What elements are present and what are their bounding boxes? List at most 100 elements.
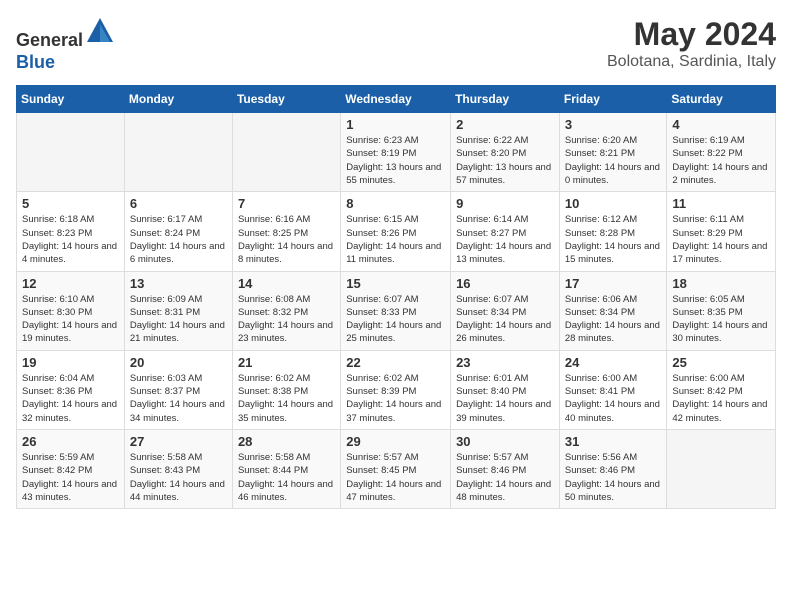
day-info: Sunrise: 6:10 AMSunset: 8:30 PMDaylight:… — [22, 293, 119, 346]
calendar-week-4: 19 Sunrise: 6:04 AMSunset: 8:36 PMDayligh… — [17, 350, 776, 429]
day-header-wednesday: Wednesday — [341, 86, 451, 113]
day-info: Sunrise: 6:11 AMSunset: 8:29 PMDaylight:… — [672, 213, 770, 266]
day-info: Sunrise: 6:06 AMSunset: 8:34 PMDaylight:… — [565, 293, 662, 346]
day-number: 5 — [22, 196, 119, 211]
calendar-cell: 18 Sunrise: 6:05 AMSunset: 8:35 PMDayligh… — [667, 271, 776, 350]
calendar-cell: 5 Sunrise: 6:18 AMSunset: 8:23 PMDaylight… — [17, 192, 125, 271]
day-number: 2 — [456, 117, 554, 132]
calendar-header-row: SundayMondayTuesdayWednesdayThursdayFrid… — [17, 86, 776, 113]
page-header: General Blue May 2024 Bolotana, Sardinia… — [16, 16, 776, 73]
month-title: May 2024 — [607, 16, 776, 53]
day-info: Sunrise: 6:02 AMSunset: 8:38 PMDaylight:… — [238, 372, 335, 425]
calendar-cell: 25Sunrise: 6:00 AMSunset: 8:42 PMDayligh… — [667, 350, 776, 429]
calendar-table: SundayMondayTuesdayWednesdayThursdayFrid… — [16, 85, 776, 509]
calendar-cell: 19 Sunrise: 6:04 AMSunset: 8:36 PMDayligh… — [17, 350, 125, 429]
day-info: Sunrise: 6:16 AMSunset: 8:25 PMDaylight:… — [238, 213, 335, 266]
day-number: 28 — [238, 434, 335, 449]
day-info: Sunrise: 6:04 AMSunset: 8:36 PMDaylight:… — [22, 372, 119, 425]
day-info: Sunrise: 6:22 AMSunset: 8:20 PMDaylight:… — [456, 134, 554, 187]
day-number: 6 — [130, 196, 227, 211]
day-number: 19 — [22, 355, 119, 370]
day-number: 8 — [346, 196, 445, 211]
day-number: 11 — [672, 196, 770, 211]
day-header-friday: Friday — [559, 86, 667, 113]
day-number: 30 — [456, 434, 554, 449]
day-info: Sunrise: 6:12 AMSunset: 8:28 PMDaylight:… — [565, 213, 662, 266]
day-number: 3 — [565, 117, 662, 132]
calendar-cell: 31Sunrise: 5:56 AMSunset: 8:46 PMDayligh… — [559, 429, 667, 508]
day-number: 13 — [130, 276, 227, 291]
day-info: Sunrise: 6:03 AMSunset: 8:37 PMDaylight:… — [130, 372, 227, 425]
day-info: Sunrise: 5:58 AMSunset: 8:44 PMDaylight:… — [238, 451, 335, 504]
day-header-tuesday: Tuesday — [232, 86, 340, 113]
day-info: Sunrise: 6:02 AMSunset: 8:39 PMDaylight:… — [346, 372, 445, 425]
calendar-cell: 30 Sunrise: 5:57 AMSunset: 8:46 PMDayligh… — [451, 429, 560, 508]
day-info: Sunrise: 6:00 AMSunset: 8:41 PMDaylight:… — [565, 372, 662, 425]
day-number: 12 — [22, 276, 119, 291]
calendar-cell: 10 Sunrise: 6:12 AMSunset: 8:28 PMDayligh… — [559, 192, 667, 271]
calendar-cell — [17, 113, 125, 192]
calendar-week-5: 26 Sunrise: 5:59 AMSunset: 8:42 PMDayligh… — [17, 429, 776, 508]
day-number: 24 — [565, 355, 662, 370]
calendar-cell: 2 Sunrise: 6:22 AMSunset: 8:20 PMDaylight… — [451, 113, 560, 192]
day-info: Sunrise: 6:07 AMSunset: 8:33 PMDaylight:… — [346, 293, 445, 346]
calendar-cell: 17 Sunrise: 6:06 AMSunset: 8:34 PMDayligh… — [559, 271, 667, 350]
day-info: Sunrise: 6:17 AMSunset: 8:24 PMDaylight:… — [130, 213, 227, 266]
day-number: 16 — [456, 276, 554, 291]
day-number: 10 — [565, 196, 662, 211]
logo-icon — [85, 16, 115, 46]
day-number: 26 — [22, 434, 119, 449]
day-info: Sunrise: 6:07 AMSunset: 8:34 PMDaylight:… — [456, 293, 554, 346]
day-info: Sunrise: 6:23 AMSunset: 8:19 PMDaylight:… — [346, 134, 445, 187]
calendar-cell: 24 Sunrise: 6:00 AMSunset: 8:41 PMDayligh… — [559, 350, 667, 429]
day-header-thursday: Thursday — [451, 86, 560, 113]
calendar-cell: 6 Sunrise: 6:17 AMSunset: 8:24 PMDaylight… — [124, 192, 232, 271]
logo-blue: Blue — [16, 52, 55, 72]
day-number: 7 — [238, 196, 335, 211]
day-number: 29 — [346, 434, 445, 449]
day-info: Sunrise: 5:58 AMSunset: 8:43 PMDaylight:… — [130, 451, 227, 504]
calendar-cell: 23 Sunrise: 6:01 AMSunset: 8:40 PMDayligh… — [451, 350, 560, 429]
day-number: 1 — [346, 117, 445, 132]
day-number: 23 — [456, 355, 554, 370]
day-number: 15 — [346, 276, 445, 291]
day-number: 22 — [346, 355, 445, 370]
day-info: Sunrise: 6:09 AMSunset: 8:31 PMDaylight:… — [130, 293, 227, 346]
day-number: 27 — [130, 434, 227, 449]
calendar-cell: 26 Sunrise: 5:59 AMSunset: 8:42 PMDayligh… — [17, 429, 125, 508]
day-info: Sunrise: 5:57 AMSunset: 8:45 PMDaylight:… — [346, 451, 445, 504]
calendar-cell: 21 Sunrise: 6:02 AMSunset: 8:38 PMDayligh… — [232, 350, 340, 429]
day-number: 14 — [238, 276, 335, 291]
calendar-cell: 27 Sunrise: 5:58 AMSunset: 8:43 PMDayligh… — [124, 429, 232, 508]
day-info: Sunrise: 6:18 AMSunset: 8:23 PMDaylight:… — [22, 213, 119, 266]
calendar-cell: 16 Sunrise: 6:07 AMSunset: 8:34 PMDayligh… — [451, 271, 560, 350]
calendar-cell — [124, 113, 232, 192]
calendar-cell: 11 Sunrise: 6:11 AMSunset: 8:29 PMDayligh… — [667, 192, 776, 271]
calendar-week-2: 5 Sunrise: 6:18 AMSunset: 8:23 PMDaylight… — [17, 192, 776, 271]
day-number: 21 — [238, 355, 335, 370]
calendar-week-3: 12 Sunrise: 6:10 AMSunset: 8:30 PMDayligh… — [17, 271, 776, 350]
day-number: 9 — [456, 196, 554, 211]
day-info: Sunrise: 6:05 AMSunset: 8:35 PMDaylight:… — [672, 293, 770, 346]
day-info: Sunrise: 6:15 AMSunset: 8:26 PMDaylight:… — [346, 213, 445, 266]
calendar-cell: 12 Sunrise: 6:10 AMSunset: 8:30 PMDayligh… — [17, 271, 125, 350]
day-info: Sunrise: 6:20 AMSunset: 8:21 PMDaylight:… — [565, 134, 662, 187]
day-info: Sunrise: 6:14 AMSunset: 8:27 PMDaylight:… — [456, 213, 554, 266]
day-number: 17 — [565, 276, 662, 291]
day-number: 25 — [672, 355, 770, 370]
day-number: 4 — [672, 117, 770, 132]
day-info: Sunrise: 5:57 AMSunset: 8:46 PMDaylight:… — [456, 451, 554, 504]
logo: General Blue — [16, 16, 115, 73]
logo-general: General — [16, 30, 83, 50]
day-info: Sunrise: 6:08 AMSunset: 8:32 PMDaylight:… — [238, 293, 335, 346]
day-info: Sunrise: 6:01 AMSunset: 8:40 PMDaylight:… — [456, 372, 554, 425]
calendar-cell: 20Sunrise: 6:03 AMSunset: 8:37 PMDayligh… — [124, 350, 232, 429]
calendar-cell: 28 Sunrise: 5:58 AMSunset: 8:44 PMDayligh… — [232, 429, 340, 508]
calendar-cell: 15 Sunrise: 6:07 AMSunset: 8:33 PMDayligh… — [341, 271, 451, 350]
day-info: Sunrise: 5:59 AMSunset: 8:42 PMDaylight:… — [22, 451, 119, 504]
day-number: 31 — [565, 434, 662, 449]
day-header-monday: Monday — [124, 86, 232, 113]
day-number: 18 — [672, 276, 770, 291]
calendar-cell — [232, 113, 340, 192]
day-header-sunday: Sunday — [17, 86, 125, 113]
